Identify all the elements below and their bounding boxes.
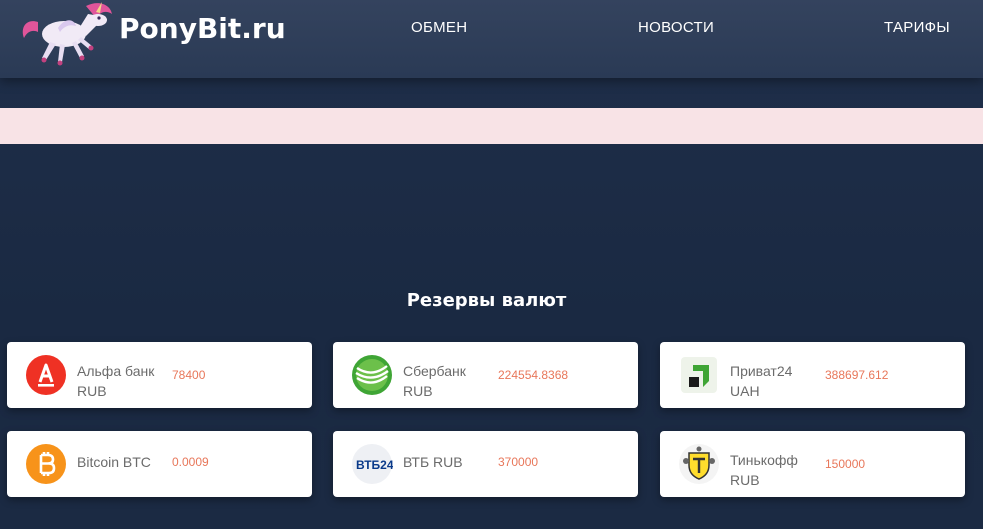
site-logo[interactable]: PonyBit.ru [16,0,286,72]
reserve-card-alfa-bank[interactable]: Альфа банк RUB 78400 [7,342,312,408]
reserve-card-privat24[interactable]: Приват24 UAH 388697.612 [660,342,965,408]
notice-strip [0,108,983,144]
reserve-card-vtb[interactable]: ВТБ24 ВТБ RUB 370000 [333,431,638,497]
reserve-name: ВТБ RUB [403,454,463,470]
sberbank-icon [351,354,393,396]
reserve-amount: 224554.8368 [498,368,569,382]
pony-mascot-icon [22,2,112,66]
vtb-logo-text: ВТБ24 [356,458,393,472]
reserves-title: Резервы валют [406,290,567,311]
nav-exchange-link[interactable]: ОБМЕН [411,19,467,36]
reserve-amount: 150000 [825,457,866,471]
reserve-name: Альфа банк [77,363,155,379]
reserve-currency: RUB [403,383,433,399]
reserve-amount: 78400 [172,368,206,382]
reserve-amount: 370000 [498,455,539,469]
alfa-bank-icon [25,354,67,396]
reserve-currency: RUB [77,383,107,399]
top-navigation-bar: PonyBit.ru ОБМЕН НОВОСТИ ТАРИФЫ [0,0,983,78]
reserve-name: Сбербанк [403,363,466,379]
reserve-amount: 0.0009 [172,455,209,469]
reserve-name: Приват24 [730,363,793,379]
tinkoff-icon [678,443,720,485]
vtb24-icon: ВТБ24 [351,443,393,485]
reserve-name: Bitcoin BTC [77,454,151,470]
nav-news-link[interactable]: НОВОСТИ [638,19,714,36]
reserve-card-bitcoin[interactable]: Bitcoin BTC 0.0009 [7,431,312,497]
reserve-currency: UAH [730,383,760,399]
reserve-card-tinkoff[interactable]: Тинькофф RUB 150000 [660,431,965,497]
brand-name[interactable]: PonyBit.ru [119,12,286,45]
bitcoin-icon [25,443,67,485]
reserve-currency: RUB [730,472,760,488]
reserve-amount: 388697.612 [825,368,889,382]
privat24-icon [678,354,720,396]
nav-tariffs-link[interactable]: ТАРИФЫ [884,19,950,36]
reserve-name: Тинькофф [730,452,798,468]
reserve-card-sberbank[interactable]: Сбербанк RUB 224554.8368 [333,342,638,408]
